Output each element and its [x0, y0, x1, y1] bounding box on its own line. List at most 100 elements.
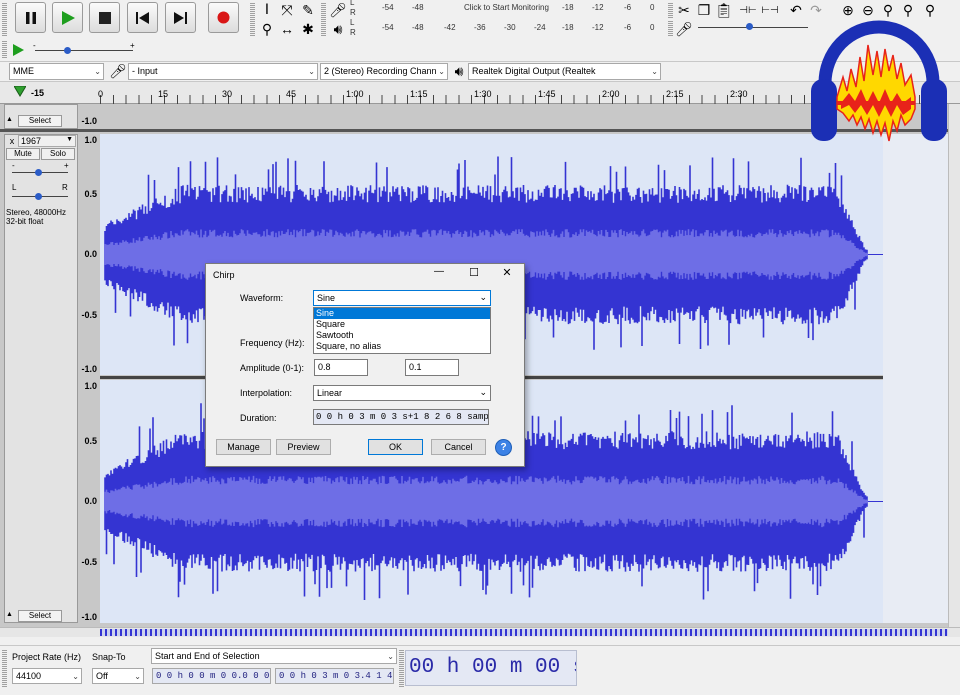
play-at-speed-button[interactable]: [8, 40, 28, 60]
stop-button[interactable]: [89, 2, 120, 33]
minimize-button[interactable]: —: [430, 266, 448, 282]
scale-label: -1.0: [81, 116, 97, 126]
audio-host-select[interactable]: MME ⌄: [9, 63, 104, 80]
play-meter-r: R: [350, 28, 356, 37]
record-meter-button[interactable]: 🎤︎: [328, 0, 348, 20]
select-button[interactable]: Select: [18, 610, 62, 622]
timeshift-tool[interactable]: ↔: [277, 19, 297, 39]
waveform-option[interactable]: Sawtooth: [314, 330, 490, 341]
interpolation-select[interactable]: Linear ⌄: [313, 385, 491, 401]
selection-toolbar-grip[interactable]: [2, 649, 7, 687]
channels-select[interactable]: 2 (Stereo) Recording Chann ⌄: [320, 63, 448, 80]
scissors-icon: ✂: [678, 1, 690, 18]
vertical-scrollbar[interactable]: [948, 104, 960, 627]
silence-button[interactable]: ⊢⊣: [760, 0, 780, 20]
waveform-option[interactable]: Square, no alias: [314, 341, 490, 352]
track-name-menu[interactable]: 1967 ▼: [18, 135, 76, 147]
toolbar-grip[interactable]: [2, 2, 7, 36]
paste-button[interactable]: 📋︎: [714, 0, 734, 20]
track-close-button[interactable]: x: [6, 136, 18, 147]
play-meter-button[interactable]: 🔊︎: [328, 19, 348, 39]
waveform-option[interactable]: Square: [314, 319, 490, 330]
snap-to-select[interactable]: Off ⌄: [92, 668, 144, 684]
ok-button[interactable]: OK: [368, 439, 423, 455]
mute-button[interactable]: Mute: [6, 148, 40, 160]
slider-thumb[interactable]: [746, 23, 753, 30]
scale-label: 1.0: [84, 381, 97, 391]
slider-thumb[interactable]: [35, 169, 42, 176]
ruler-tick: 1:45: [538, 89, 556, 99]
collapse-button[interactable]: ▲: [6, 116, 16, 126]
mixer-grip[interactable]: [668, 20, 673, 36]
scrollbar-thumb[interactable]: [100, 629, 948, 636]
scale-label: 0.0: [84, 249, 97, 259]
pause-icon: [25, 11, 36, 24]
recording-volume-slider[interactable]: [698, 23, 808, 35]
chevron-down-icon: ⌄: [479, 387, 487, 397]
audio-position-display[interactable]: 00 h 00 m 00 s: [405, 650, 577, 686]
envelope-tool[interactable]: ⤧: [277, 0, 297, 20]
close-icon: ✕: [502, 267, 512, 279]
select-button[interactable]: Select: [18, 115, 62, 127]
play-speed-slider[interactable]: - +: [33, 41, 135, 54]
ruler-tick: 2:00: [602, 89, 620, 99]
trim-button[interactable]: ⊣⊢: [738, 0, 758, 20]
draw-tool[interactable]: ✎: [298, 0, 318, 20]
edit-grip[interactable]: [668, 2, 673, 18]
multi-tool[interactable]: ✱: [298, 19, 318, 39]
cut-button[interactable]: ✂: [674, 0, 694, 20]
selection-tool[interactable]: I: [257, 0, 277, 20]
record-button[interactable]: [208, 2, 239, 33]
skip-end-button[interactable]: [165, 2, 196, 33]
snap-to-label: Snap-To: [92, 652, 126, 662]
cancel-button[interactable]: Cancel: [431, 439, 486, 455]
ruler-tick: 2:15: [666, 89, 684, 99]
waveform-option[interactable]: Sine: [314, 308, 490, 319]
selection-mode-select[interactable]: Start and End of Selection ⌄: [151, 648, 397, 664]
solo-button[interactable]: Solo: [41, 148, 75, 160]
meter-grip[interactable]: [321, 2, 326, 36]
manage-button[interactable]: Manage: [216, 439, 271, 455]
chevron-down-icon: ⌄: [438, 67, 445, 76]
selection-end-time[interactable]: 0 0 h 0 3 m 0 3.4 1 4 s: [275, 668, 394, 684]
zoom-tool[interactable]: ⚲: [257, 19, 277, 39]
input-device-select[interactable]: - Input ⌄: [128, 63, 318, 80]
maximize-button[interactable]: ☐: [465, 266, 483, 282]
project-rate-select[interactable]: 44100 ⌄: [12, 668, 82, 684]
amplitude-end-input[interactable]: 0.1: [405, 359, 459, 376]
pause-button[interactable]: [15, 2, 46, 33]
playspeed-grip[interactable]: [2, 40, 7, 58]
monitoring-text[interactable]: Click to Start Monitoring: [464, 3, 549, 12]
selection-start-time[interactable]: 0 0 h 0 0 m 0 0.0 0 0 s: [152, 668, 271, 684]
pan-slider[interactable]: [12, 193, 68, 200]
record-meter[interactable]: -54 -48 Click to Start Monitoring -18 -1…: [358, 1, 658, 16]
slider-thumb[interactable]: [64, 47, 71, 54]
playback-meter[interactable]: -54 -48 -42 -36 -30 -24 -18 -12 -6 0: [358, 21, 658, 36]
slider-thumb[interactable]: [35, 193, 42, 200]
scale-label: 1.0: [84, 135, 97, 145]
gain-slider[interactable]: [12, 169, 68, 176]
waveform-select[interactable]: Sine ⌄: [313, 290, 491, 306]
output-device-select[interactable]: Realtek Digital Output (Realtek ⌄: [468, 63, 661, 80]
waveform-dropdown-list[interactable]: Sine Square Sawtooth Square, no alias: [313, 307, 491, 354]
audacity-logo: [811, 20, 947, 142]
horizontal-scrollbar[interactable]: [0, 627, 960, 637]
amplitude-start-input[interactable]: 0.8: [314, 359, 368, 376]
close-button[interactable]: ✕: [498, 266, 516, 282]
help-button[interactable]: ?: [495, 439, 512, 456]
duration-input[interactable]: 0 0 h 0 3 m 0 3 s+1 8 2 6 8 samples: [313, 409, 489, 425]
tools-grip[interactable]: [250, 2, 255, 36]
ruler-tick: 1:00: [346, 89, 364, 99]
collapse-button[interactable]: ▲: [6, 611, 16, 621]
chevron-down-icon: ⌄: [651, 67, 658, 76]
scale-label: 0.5: [84, 436, 97, 446]
copy-button[interactable]: ❐: [694, 0, 714, 20]
speaker-icon: 🔊︎: [333, 20, 343, 37]
skip-start-button[interactable]: [127, 2, 158, 33]
ruler-tick: 1:15: [410, 89, 428, 99]
play-button[interactable]: [52, 2, 83, 33]
duration-label: Duration:: [240, 413, 277, 423]
time-toolbar-grip[interactable]: [399, 649, 404, 687]
preview-button[interactable]: Preview: [276, 439, 331, 455]
stop-icon: [98, 11, 111, 24]
